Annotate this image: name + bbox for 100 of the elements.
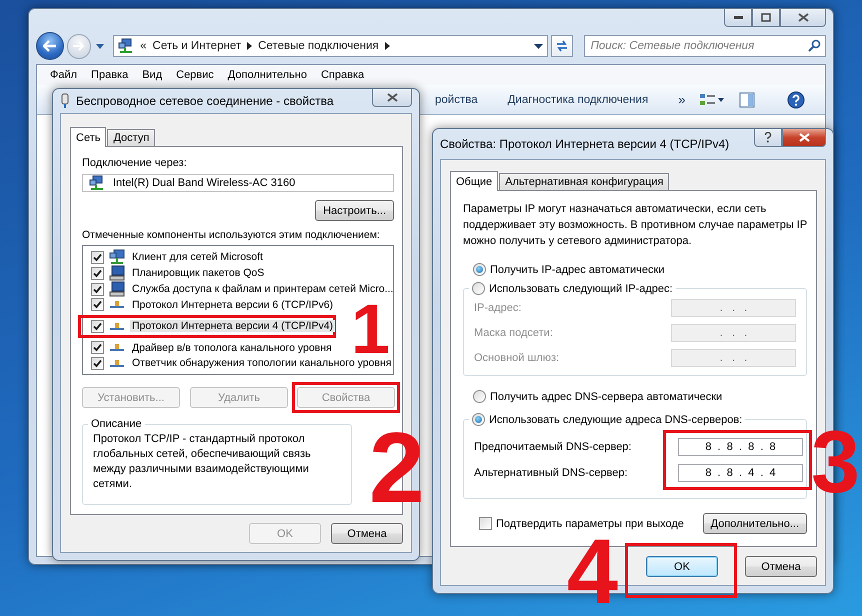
view-options-button[interactable]: [699, 92, 726, 108]
advanced-button[interactable]: Дополнительно...: [702, 513, 807, 534]
option-label: Получить IP-адрес автоматически: [490, 264, 664, 276]
dialog-button[interactable]: OK: [646, 556, 718, 577]
network-folder-icon: [118, 38, 134, 54]
help-button[interactable]: [754, 129, 782, 147]
menu-item[interactable]: Правка: [84, 69, 136, 81]
section-label: Отмеченные компоненты используются этим подключением:: [82, 229, 380, 241]
breadcrumb[interactable]: Сеть и Интернет: [152, 40, 242, 52]
intro-text: Параметры IP могут назначаться автоматически, если сеть поддерживает эту возможность. В противном случае параметры IP можно получить у сетевого администратора.: [463, 202, 807, 249]
pane-icon: [739, 92, 756, 108]
menu-item[interactable]: Сервис: [169, 69, 221, 81]
computer-icon: [109, 265, 125, 281]
search-icon[interactable]: [808, 39, 822, 52]
checkbox[interactable]: [91, 320, 104, 333]
close-button[interactable]: [372, 89, 412, 107]
help-button[interactable]: [787, 90, 806, 108]
minimize-icon: [734, 16, 742, 19]
component-item[interactable]: Служба доступа к файлам и принтерам сетей Micro...: [130, 283, 396, 295]
component-item[interactable]: Драйвер в/в тополога канального уровня: [130, 342, 334, 354]
close-button[interactable]: [782, 129, 826, 147]
back-button[interactable]: [36, 32, 64, 60]
close-icon: [386, 93, 398, 102]
checkbox[interactable]: [91, 356, 104, 370]
window-title: Свойства: Протокол Интернета версии 4 (TCP/IPv4): [440, 137, 730, 151]
forward-arrow-icon: [72, 41, 85, 51]
step-number: 1: [351, 304, 390, 356]
field-label: Альтернативный DNS-сервер:: [474, 467, 629, 479]
dialog-button[interactable]: Отмена: [745, 556, 817, 577]
ip-address-field[interactable]: . . .: [671, 299, 796, 317]
checkbox[interactable]: [91, 341, 104, 354]
breadcrumb[interactable]: Сетевые подключения: [258, 40, 379, 52]
menu-item[interactable]: Дополнительно: [220, 69, 314, 81]
dns-address-field[interactable]: 8 . 8 . 4 . 4: [678, 464, 803, 482]
radio-button[interactable]: [472, 413, 485, 426]
toolbar-item[interactable]: ройства: [435, 94, 478, 106]
tab[interactable]: Доступ: [107, 129, 156, 146]
menu-item[interactable]: Справка: [314, 69, 372, 81]
toolbar-more-button[interactable]: »: [678, 92, 686, 107]
tab[interactable]: Общие: [450, 171, 498, 191]
tab[interactable]: Альтернативная конфигурация: [499, 173, 670, 190]
protocol-icon: [110, 322, 124, 330]
tab[interactable]: Сеть: [70, 127, 106, 147]
radio-button[interactable]: [473, 390, 486, 403]
option-label: Получить адрес DNS-сервера автоматически: [490, 390, 722, 402]
ip-address-field[interactable]: . . .: [671, 349, 796, 367]
dropdown-caret-icon[interactable]: [534, 44, 543, 48]
maximize-icon: [761, 13, 771, 22]
maximize-button[interactable]: [752, 9, 780, 27]
help-icon: [787, 90, 806, 108]
configure-button[interactable]: Настроить...: [315, 200, 394, 221]
checkbox[interactable]: [91, 298, 104, 312]
view-list-icon: [699, 92, 726, 108]
group-title: Описание: [91, 418, 142, 430]
refresh-button[interactable]: [550, 35, 573, 57]
chevron-icon: [247, 42, 252, 50]
field-label: Предпочитаемый DNS-сервер:: [474, 441, 632, 453]
field-label: IP-адрес:: [474, 302, 522, 314]
computer-icon: [109, 281, 125, 297]
checkbox-label: Подтвердить параметры при выходе: [496, 518, 684, 530]
radio-button[interactable]: [473, 263, 486, 276]
network-client-icon: [109, 249, 125, 265]
menu-item[interactable]: Вид: [135, 69, 170, 81]
checkbox[interactable]: [91, 266, 104, 280]
field-label: Основной шлюз:: [474, 352, 560, 364]
chevron-icon: [384, 42, 390, 50]
back-arrow-icon: [42, 40, 57, 52]
checkbox[interactable]: [91, 250, 104, 264]
toolbar-item[interactable]: Диагностика подключения: [508, 94, 648, 106]
breadcrumb-overflow[interactable]: «: [140, 40, 147, 52]
address-bar[interactable]: « Сеть и Интернет Сетевые подключения: [113, 35, 548, 57]
option-label: Использовать следующий IP-адрес:: [489, 282, 673, 294]
checkbox[interactable]: [91, 282, 104, 296]
protocol-icon: [110, 360, 124, 367]
caret-icon: [96, 44, 104, 48]
field-label: Маска подсети:: [474, 327, 553, 339]
protocol-icon: [110, 344, 124, 351]
component-item[interactable]: Ответчик обнаружения топологии канального уровня: [130, 357, 394, 370]
close-icon: [798, 133, 810, 142]
minimize-button[interactable]: [724, 9, 752, 27]
window-title: Беспроводное сетевое соединение - свойства: [76, 94, 335, 108]
dns-address-field[interactable]: 8 . 8 . 8 . 8: [678, 438, 803, 456]
network-adapter-icon: [89, 175, 105, 191]
question-mark-icon: [764, 132, 772, 143]
dialog-button[interactable]: Отмена: [331, 523, 403, 544]
menu-item[interactable]: Файл: [43, 69, 84, 81]
checkbox[interactable]: [479, 517, 492, 530]
close-button[interactable]: [780, 9, 826, 27]
preview-pane-button[interactable]: [739, 92, 756, 108]
radio-button[interactable]: [472, 282, 485, 295]
component-item[interactable]: Планировщик пакетов QoS: [130, 267, 266, 279]
ip-address-field[interactable]: . . .: [671, 324, 796, 342]
adapter-icon: [60, 93, 70, 109]
description-text: Протокол TCP/IP - стандартный протокол глобальных сетей, обеспечивающий связь между различными взаимодействующими сетями.: [93, 432, 312, 492]
close-icon: [798, 13, 808, 22]
component-item[interactable]: Клиент для сетей Microsoft: [130, 251, 265, 263]
search-field[interactable]: Поиск: Сетевые подключения: [584, 35, 826, 57]
component-item[interactable]: Протокол Интернета версии 6 (TCP/IPv6): [130, 298, 336, 311]
component-item[interactable]: Протокол Интернета версии 4 (TCP/IPv4): [130, 320, 336, 332]
protocol-icon: [110, 301, 124, 308]
